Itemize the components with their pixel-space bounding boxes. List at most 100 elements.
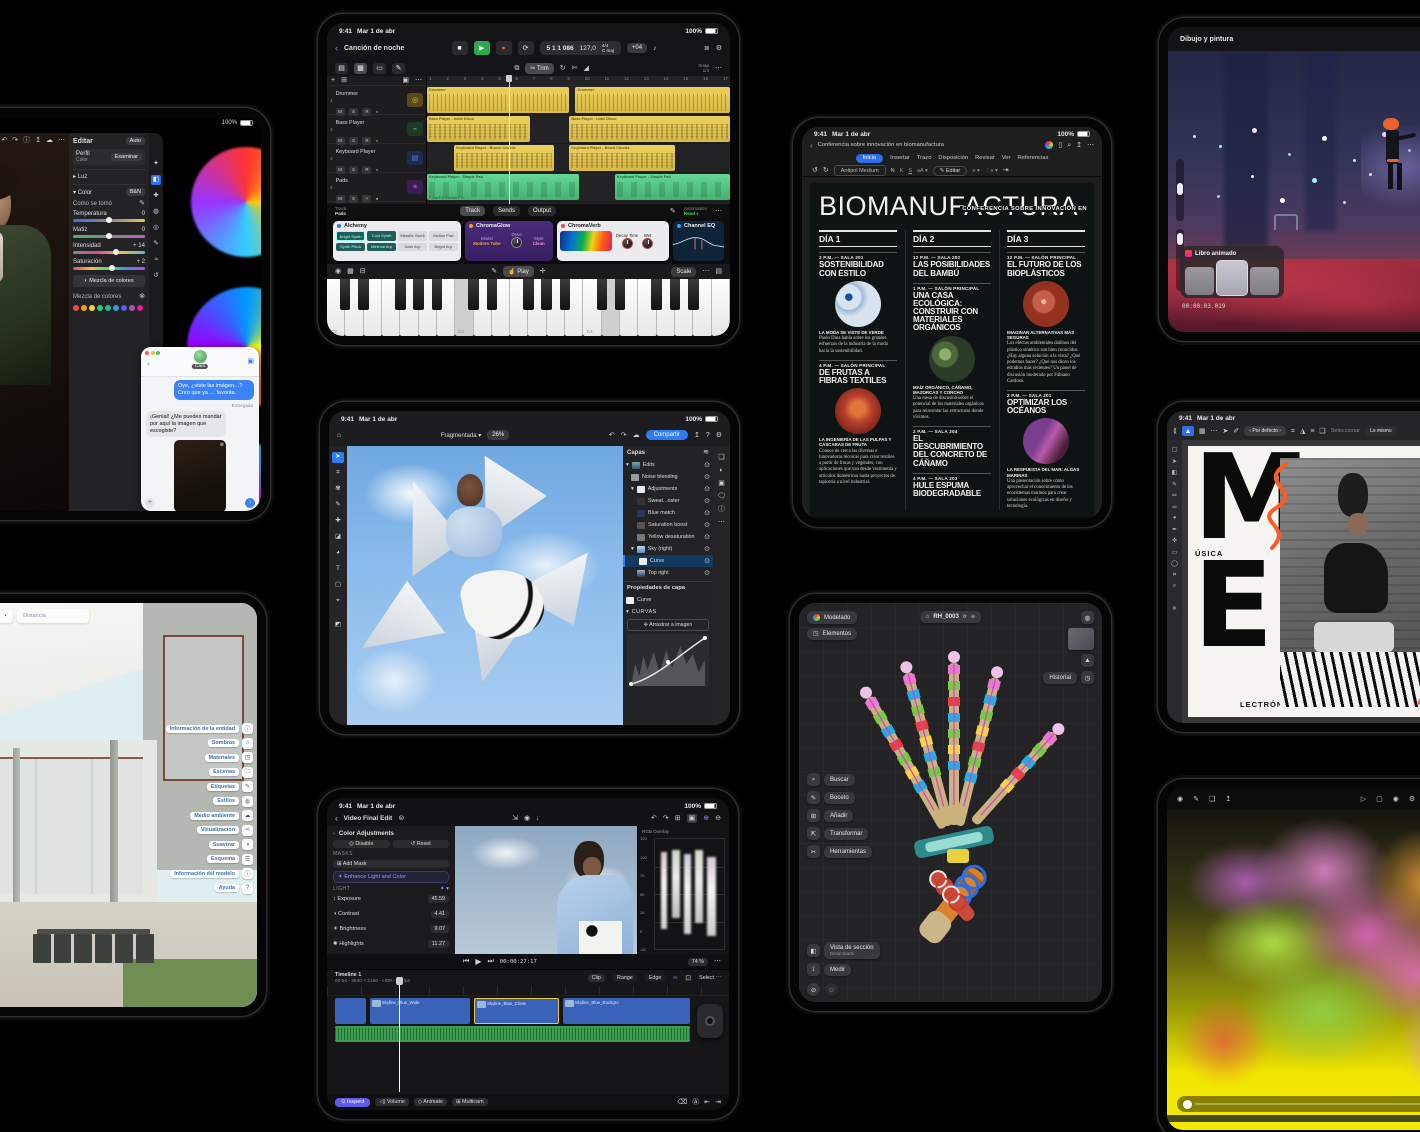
animate-button[interactable]: ◇ Animate <box>413 1098 447 1106</box>
add-track-icon[interactable]: + <box>331 77 335 84</box>
back-chevron-icon[interactable]: ‹ <box>147 359 150 368</box>
eye-icon[interactable]: ⊙ <box>704 534 710 541</box>
jog-wheel[interactable] <box>697 1004 723 1038</box>
mute-icon[interactable]: Ⓐ <box>692 1099 699 1106</box>
close-tool[interactable]: ✕ <box>1172 605 1177 612</box>
undo-icon[interactable]: ↺ <box>812 167 818 174</box>
preset-select[interactable]: Como se tomó <box>73 201 112 207</box>
close-icon[interactable]: ⊗ <box>220 442 224 448</box>
button-outline[interactable]: Esquema ☰ <box>207 853 253 865</box>
doc-name[interactable]: Fragmentada ▾ <box>441 432 481 439</box>
pattern-icon[interactable]: ▦ <box>347 268 354 275</box>
lcd-display[interactable]: 5 1 1 086 127,0 4/4 C maj <box>539 40 621 56</box>
align-button[interactable]: ≡ ▾ <box>972 168 980 174</box>
region[interactable]: Keyboard Player - Simple Pad <box>614 174 730 200</box>
brush-icon[interactable]: ✎ <box>1193 796 1199 803</box>
align-snap-icon[interactable]: ⊙ <box>825 983 838 996</box>
slider-exposure[interactable]: ↕ Exposure 45.59 <box>333 895 449 903</box>
button-help[interactable]: Ayuda? <box>214 882 253 894</box>
section-color[interactable]: ▾ Color <box>73 189 92 196</box>
lens-icon[interactable]: ◎ <box>151 223 161 233</box>
eye-icon[interactable]: ⊙ <box>704 546 710 553</box>
eye-icon[interactable]: ⊙ <box>704 522 710 529</box>
record-icon[interactable]: ◉ <box>1177 796 1183 803</box>
step-icon[interactable]: ⊟ <box>360 268 366 275</box>
appearance-icon[interactable]: ◍ <box>1081 611 1094 624</box>
split-icon[interactable]: ✄ <box>572 65 578 72</box>
close-icon[interactable]: ⊗ <box>139 293 145 300</box>
comment-icon[interactable]: 🗨 <box>717 493 726 500</box>
3d-model[interactable] <box>829 633 1079 963</box>
timeline-zoom[interactable]: 74 % <box>687 957 708 966</box>
list-button[interactable]: ⋮≡ ▾ <box>985 168 998 174</box>
more-icon[interactable]: ⋯ <box>714 958 721 965</box>
ellipse-tool[interactable]: ◯ <box>1171 560 1178 567</box>
regions-view-button[interactable]: ▦ <box>354 62 367 74</box>
back-chevron-icon[interactable]: ‹ <box>335 814 338 823</box>
plugin-chromaglow[interactable]: ChromaGlow Model Modern Tube Drive Style C… <box>465 221 553 261</box>
notifications-icon[interactable]: ◔ <box>3 613 7 620</box>
swatch[interactable] <box>81 305 87 311</box>
play-icon[interactable]: ▷ <box>1361 796 1366 803</box>
mixer-icon[interactable]: ≣ <box>704 45 710 52</box>
button-styles[interactable]: Estilos ◍ <box>213 795 253 807</box>
settings-icon[interactable]: ⚙ <box>716 45 722 52</box>
measure-button[interactable]: ⟟ Medir <box>807 963 880 976</box>
slider-knob[interactable] <box>109 265 115 271</box>
info-icon[interactable]: ⓘ <box>23 137 30 144</box>
reset-button[interactable]: ↺ Reset <box>392 840 449 848</box>
viewer[interactable] <box>455 826 637 954</box>
alchemy-snapshot[interactable]: Dark Arp <box>397 242 428 251</box>
playhead[interactable] <box>506 75 513 204</box>
slider-knob[interactable] <box>106 217 113 223</box>
automation-pencil-icon[interactable]: ✎ <box>670 208 676 215</box>
layer-row[interactable]: Yellow desaturation ⊙ <box>623 531 713 543</box>
swatch[interactable] <box>137 305 143 311</box>
mirror-icon[interactable]: ◮ <box>1300 428 1305 435</box>
message-photo[interactable]: ⊗ <box>174 440 226 511</box>
eye-icon[interactable]: ⊙ <box>704 462 710 469</box>
bold-button[interactable]: N <box>891 168 895 174</box>
button-environment[interactable]: Medio ambiente ☁ <box>190 810 253 821</box>
decay-knob[interactable] <box>621 237 633 249</box>
redo-icon[interactable]: ↷ <box>621 432 627 439</box>
redo-icon[interactable]: ↷ <box>663 815 669 822</box>
pen-tool[interactable]: ✒ <box>1172 526 1177 533</box>
piano-keyboard[interactable]: C2 C3 C4 <box>327 279 730 336</box>
node-icon[interactable]: ✐ <box>1233 428 1239 435</box>
play-surface-button[interactable]: ☝ Play <box>503 266 534 277</box>
plugin-alchemy[interactable]: Alchemy Bright Synth Cold Synth Metallic… <box>333 221 461 261</box>
font-select[interactable]: Antipol Medium <box>833 165 886 177</box>
timeline-scrubber[interactable] <box>1177 1096 1420 1112</box>
export-icon[interactable]: ↥ <box>694 432 700 439</box>
cycle-button[interactable]: ⟳ <box>517 41 534 55</box>
swatch[interactable] <box>105 305 111 311</box>
eye-icon[interactable]: ⊙ <box>704 570 710 577</box>
rect-tool[interactable]: ▭ <box>1172 549 1178 556</box>
timeline-name[interactable]: Timeline 1 <box>335 972 361 978</box>
video-call-icon[interactable]: ▣ <box>247 357 254 365</box>
effects-icon[interactable]: ≈ <box>151 255 161 265</box>
disable-snap-icon[interactable]: ⊘ <box>807 983 820 996</box>
flipbook-panel[interactable]: Libro animado <box>1180 246 1284 298</box>
examinar-button[interactable]: Examinar <box>110 153 142 161</box>
cloud-icon[interactable]: ☁ <box>633 432 640 439</box>
more-icon[interactable]: ⋯ <box>58 137 65 144</box>
layer-row[interactable]: ▾ Sky (right) ⊙ <box>623 543 713 555</box>
back-chevron-icon[interactable]: ‹ <box>810 141 813 150</box>
scrubber-track[interactable] <box>1195 1103 1420 1105</box>
zoom-tool[interactable]: ⌕ <box>1173 583 1176 590</box>
share-icon[interactable]: ↥ <box>1225 796 1231 803</box>
key-offset[interactable]: +04 <box>626 43 648 53</box>
help-icon[interactable]: ? <box>706 432 710 439</box>
doc-title[interactable]: Conferencia sobre innovación en biomanuf… <box>818 142 944 148</box>
crop-tool[interactable]: ⌗ <box>1173 572 1176 579</box>
clip[interactable]: Skyline_Blue_Backgro <box>562 998 691 1024</box>
clip[interactable] <box>335 998 366 1024</box>
copy-icon[interactable]: ⧉ <box>514 65 519 72</box>
brush-tool[interactable]: ✎ <box>332 500 344 511</box>
metronome-icon[interactable]: ♪ <box>653 45 657 52</box>
text-tool[interactable]: T <box>332 564 344 575</box>
more-icon[interactable]: ⋯ <box>702 268 709 275</box>
loop-icon[interactable]: ∞ <box>673 975 677 981</box>
